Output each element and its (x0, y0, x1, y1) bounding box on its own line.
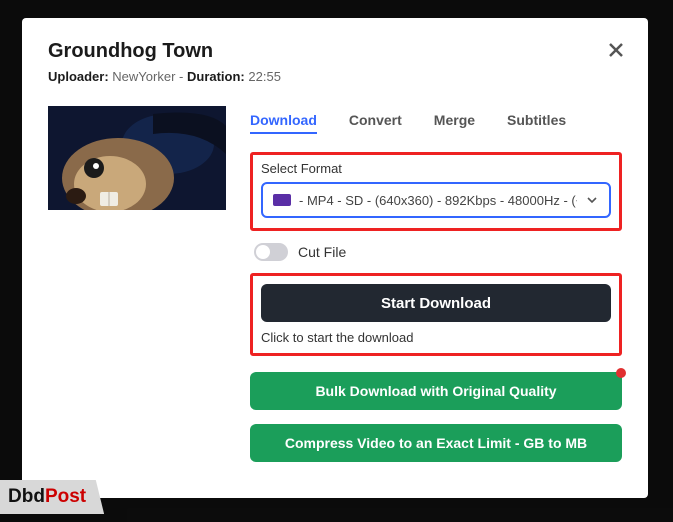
start-download-button[interactable]: Start Download (261, 284, 611, 322)
format-badge-icon (273, 194, 291, 206)
format-highlight-box: Select Format - MP4 - SD - (640x360) - 8… (250, 152, 622, 231)
meta-sep: - (179, 69, 187, 84)
start-highlight-box: Start Download Click to start the downlo… (250, 273, 622, 356)
start-download-hint: Click to start the download (261, 330, 611, 345)
video-title: Groundhog Town (48, 40, 622, 63)
video-thumbnail (48, 106, 226, 210)
video-meta: Uploader: NewYorker - Duration: 22:55 (48, 69, 622, 84)
tab-download[interactable]: Download (250, 112, 317, 134)
cut-file-label: Cut File (298, 244, 346, 260)
select-format-label: Select Format (261, 161, 611, 176)
download-modal: Groundhog Town Uploader: NewYorker - Dur… (22, 18, 648, 498)
close-icon (608, 42, 624, 58)
tab-subtitles[interactable]: Subtitles (507, 112, 566, 134)
format-select[interactable]: - MP4 - SD - (640x360) - 892Kbps - 48000… (261, 182, 611, 218)
duration-value: 22:55 (248, 69, 281, 84)
chevron-down-icon (585, 193, 599, 207)
brand-watermark: DbdPost (0, 480, 104, 514)
format-selected-text: - MP4 - SD - (640x360) - 892Kbps - 48000… (299, 193, 577, 208)
uploader-value: NewYorker (112, 69, 175, 84)
uploader-label: Uploader: (48, 69, 109, 84)
close-button[interactable] (602, 36, 630, 64)
notification-dot-icon (616, 368, 626, 378)
brand-part-a: Dbd (8, 486, 45, 507)
tab-convert[interactable]: Convert (349, 112, 402, 134)
cut-file-row: Cut File (254, 243, 622, 261)
brand-part-b: Post (45, 486, 86, 507)
compress-video-button[interactable]: Compress Video to an Exact Limit - GB to… (250, 424, 622, 462)
cut-file-toggle[interactable] (254, 243, 288, 261)
tabs: Download Convert Merge Subtitles (250, 106, 622, 144)
tab-merge[interactable]: Merge (434, 112, 475, 134)
bulk-download-label: Bulk Download with Original Quality (315, 383, 556, 399)
duration-label: Duration: (187, 69, 245, 84)
bulk-download-button[interactable]: Bulk Download with Original Quality (250, 372, 622, 410)
